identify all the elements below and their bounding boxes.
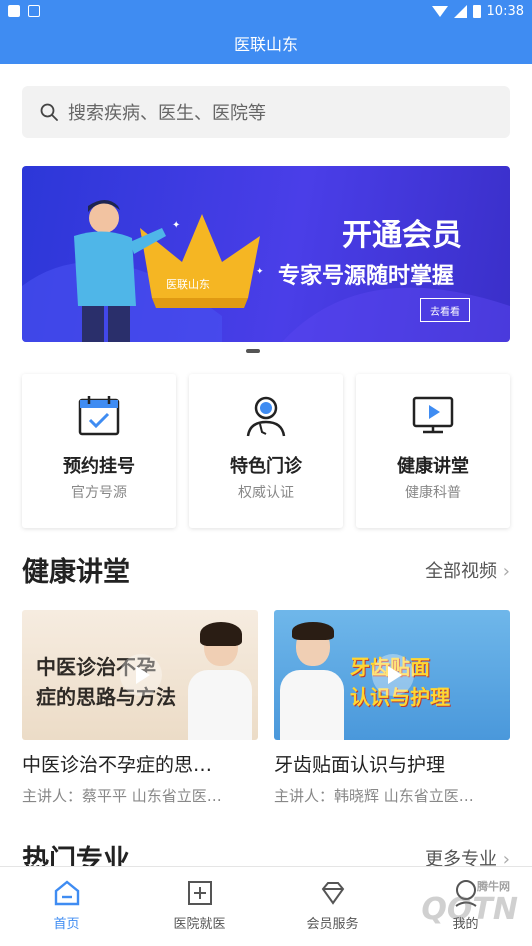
video-list: 中医诊治不孕 症的思路与方法 中医诊治不孕症的思… 主讲人：蔡平平 山东省立医…… (22, 610, 510, 806)
doctor-stethoscope-icon (246, 396, 286, 437)
video-thumbnail[interactable]: 牙齿贴面 认识与护理 (274, 610, 510, 740)
video-card[interactable]: 中医诊治不孕 症的思路与方法 中医诊治不孕症的思… 主讲人：蔡平平 山东省立医… (22, 610, 258, 806)
battery-icon (472, 4, 481, 18)
status-bar: 10:38 (0, 0, 532, 22)
service-name: 特色门诊 (230, 456, 302, 477)
wifi-icon (431, 5, 448, 17)
chevron-right-icon: › (502, 560, 510, 582)
site-watermark: 腾牛网 QQTN (421, 880, 518, 927)
banner-crown-label: 医联山东 (166, 278, 210, 291)
calendar-check-icon (78, 396, 120, 436)
play-icon[interactable] (372, 654, 414, 696)
service-card-appointment[interactable]: 预约挂号 官方号源 (22, 374, 176, 528)
service-sub: 健康科普 (405, 485, 461, 501)
watermark-small: 腾牛网 (477, 880, 510, 893)
status-time: 10:38 (486, 3, 524, 19)
play-icon[interactable] (120, 654, 162, 696)
carousel-indicator (246, 349, 260, 353)
video-meta: 主讲人：蔡平平 山东省立医… (22, 787, 222, 805)
watermark-text: QQTN (421, 892, 518, 927)
nav-home[interactable]: 首页 (0, 867, 133, 946)
health-section-header: 健康讲堂 全部视频 › (22, 550, 510, 589)
lecturer-photo (188, 622, 252, 740)
service-card-health-class[interactable]: 健康讲堂 健康科普 (356, 374, 510, 528)
nav-label: 首页 (53, 917, 80, 932)
member-diamond-icon (321, 882, 344, 905)
lecturer-photo (280, 622, 344, 740)
nav-hospital[interactable]: 医院就医 (133, 867, 266, 946)
service-sub: 权威认证 (238, 485, 294, 501)
banner-subtitle: 专家号源随时掌握 (278, 264, 455, 289)
app-notification-icon (28, 5, 40, 17)
section-title: 健康讲堂 (22, 557, 130, 588)
service-name: 预约挂号 (63, 456, 135, 477)
search-input[interactable]: 搜索疾病、医生、医院等 (22, 86, 510, 138)
nav-label: 会员服务 (306, 917, 359, 932)
all-videos-label: 全部视频 (425, 560, 498, 582)
hospital-plus-icon (187, 881, 212, 905)
video-meta: 主讲人：韩晓辉 山东省立医… (274, 787, 474, 805)
service-cards: 预约挂号 官方号源 特色门诊 权威认证 健康讲堂 健康科普 (22, 374, 510, 528)
search-placeholder: 搜索疾病、医生、医院等 (68, 103, 266, 124)
member-banner[interactable]: ✦ ✦ 医联山东 开通会员 专家号源随时掌握 去看看 (22, 166, 510, 342)
search-icon (40, 103, 58, 121)
all-videos-link[interactable]: 全部视频 › (425, 557, 510, 583)
banner-go-button[interactable]: 去看看 (420, 298, 470, 322)
service-name: 健康讲堂 (397, 456, 469, 477)
page-title: 医联山东 (233, 35, 298, 54)
svg-text:✦: ✦ (256, 267, 264, 277)
signal-icon (453, 4, 467, 18)
home-icon (54, 880, 79, 906)
video-card[interactable]: 牙齿贴面 认识与护理 牙齿贴面认识与护理 主讲人：韩晓辉 山东省立医… (274, 610, 510, 806)
nav-member[interactable]: 会员服务 (266, 867, 399, 946)
service-sub: 官方号源 (71, 485, 127, 501)
top-bar: 10:38 医联山东 (0, 0, 532, 64)
nav-label: 医院就医 (173, 917, 226, 932)
banner-title: 开通会员 (342, 218, 462, 253)
main-content: 搜索疾病、医生、医院等 ✦ ✦ 医联山东 开通会员 专家号源随时掌握 去看看 预… (0, 64, 532, 876)
video-screen-icon (412, 396, 454, 434)
svg-text:✦: ✦ (172, 220, 180, 231)
notification-icon (8, 5, 20, 17)
service-card-special-clinic[interactable]: 特色门诊 权威认证 (189, 374, 343, 528)
video-thumbnail[interactable]: 中医诊治不孕 症的思路与方法 (22, 610, 258, 740)
video-title[interactable]: 中医诊治不孕症的思… (22, 750, 258, 777)
video-title[interactable]: 牙齿贴面认识与护理 (274, 750, 510, 777)
